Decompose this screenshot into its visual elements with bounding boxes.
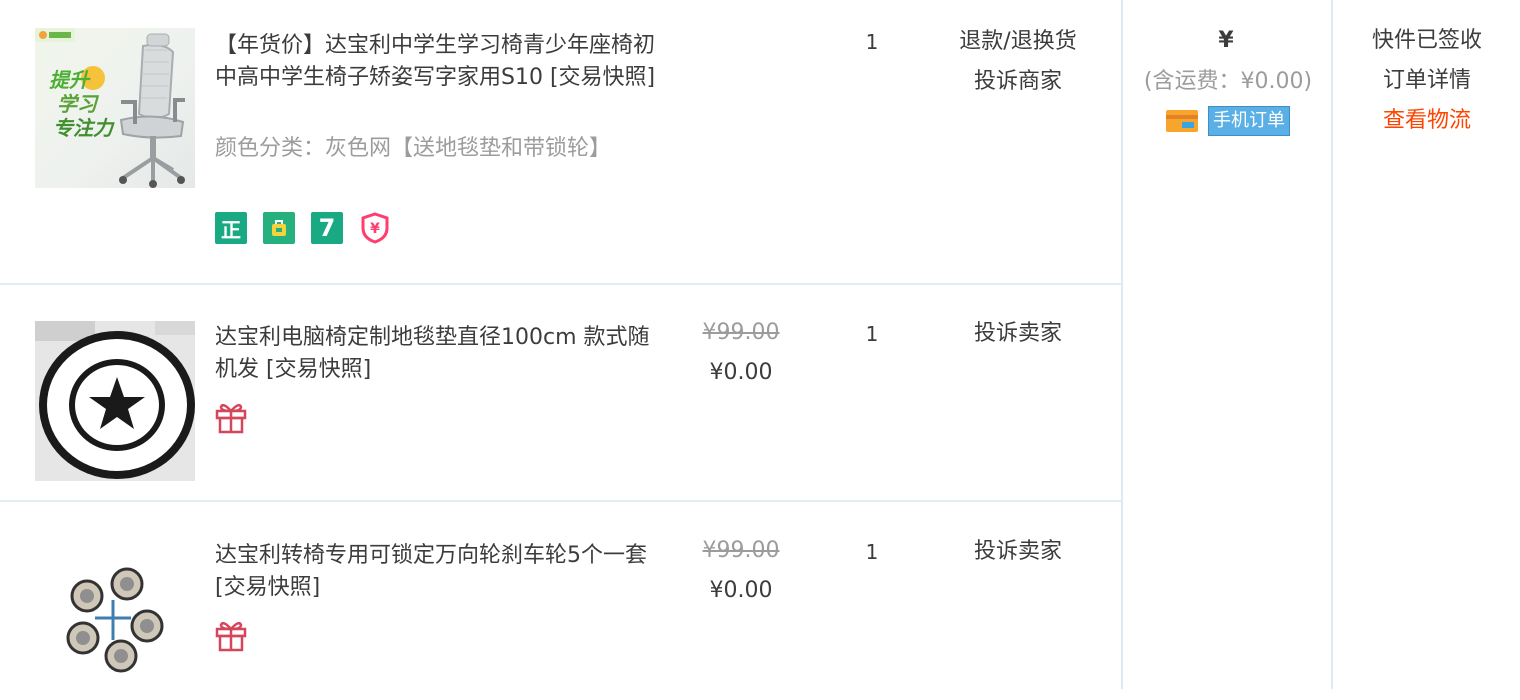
card-glyph [1166,110,1198,132]
original-price: ¥99.00 [702,320,780,345]
bag-icon[interactable] [263,212,295,244]
product-title-text[interactable]: 达宝利转椅专用可锁定万向轮刹车轮5个一套 [215,543,647,568]
order-status-column: 快件已签收 订单详情 查看物流 [1334,21,1520,141]
actual-price: ¥0.00 [709,578,773,603]
mobile-order-badge: 手机订单 [1208,106,1290,136]
complain-seller-link[interactable]: 投诉卖家 [940,532,1096,572]
item-operations: 投诉卖家 [940,532,1096,572]
shield-glyph: ¥ [361,212,389,244]
gift-glyph [215,621,247,652]
product-thumbnail-casters[interactable] [35,540,195,700]
total-currency: ¥ [1218,28,1234,53]
trade-snapshot-link[interactable]: [交易快照] [215,575,320,600]
trade-snapshot-link[interactable]: [交易快照] [266,357,371,382]
complain-merchant-link[interactable]: 投诉商家 [940,62,1096,102]
product-title[interactable]: 达宝利转椅专用可锁定万向轮刹车轮5个一套 [交易快照] [215,540,660,604]
column-divider [1121,0,1123,689]
yen-shield-icon[interactable]: ¥ [359,212,391,244]
casters-image [66,567,164,673]
sku-attributes: 颜色分类：灰色网【送地毯垫和带锁轮】 [215,136,612,161]
item-operations: 退款/退换货 投诉商家 [940,22,1096,102]
actual-price: ¥0.00 [709,360,773,385]
genuine-icon[interactable]: 正 [215,212,247,244]
rug-image [35,321,195,481]
row-divider [0,283,1122,285]
row-divider [0,500,1122,502]
thumbnail-slogan: 提升 学习 专注力 [49,68,113,140]
bag-glyph [272,220,286,236]
item-quantity: 1 [865,540,879,564]
complain-seller-link[interactable]: 投诉卖家 [940,314,1096,354]
product-title[interactable]: 达宝利电脑椅定制地毯垫直径100cm 款式随机发 [交易快照] [215,322,660,386]
thumbnail-slogan-line: 专注力 [53,116,113,140]
item-quantity: 1 [865,30,879,54]
order-source-badges: 手机订单 [1124,106,1332,136]
seven-day-return-icon[interactable]: 7 [311,212,343,244]
thumbnail-slogan-line: 学习 [57,92,97,116]
gift-glyph [215,403,247,434]
item-operations: 投诉卖家 [940,314,1096,354]
original-price: ¥99.00 [702,538,780,563]
svg-text:¥: ¥ [370,221,380,237]
shipping-fee-note: (含运费：¥0.00) [1143,69,1313,94]
item-quantity: 1 [865,322,879,346]
view-logistics-link[interactable]: 查看物流 [1334,101,1520,141]
refund-return-link[interactable]: 退款/退换货 [940,22,1096,62]
trade-snapshot-link[interactable]: [交易快照] [550,65,655,90]
product-title[interactable]: 【年货价】达宝利中学生学习椅青少年座椅初中高中学生椅子矫姿写字家用S10 [交易… [215,30,660,94]
card-icon [1166,110,1198,132]
thumbnail-slogan-line: 提升 [49,68,89,92]
delivery-status: 快件已签收 [1371,28,1482,53]
product-thumbnail-rug[interactable] [35,321,195,481]
gift-icon [215,618,247,656]
order-total-column: ¥ (含运费：¥0.00) 手机订单 [1124,26,1332,136]
gift-icon [215,400,247,438]
order-detail-link[interactable]: 订单详情 [1334,61,1520,101]
product-thumbnail-chair[interactable]: 提升 学习 专注力 [35,28,195,188]
